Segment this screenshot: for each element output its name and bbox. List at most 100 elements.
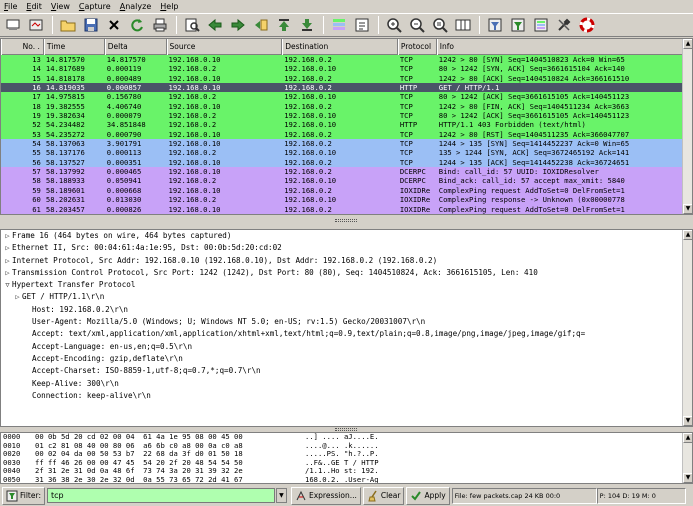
packet-row[interactable]: 19 19.382634 0.000079 192.168.0.2 192.168.0.…	[1, 111, 692, 121]
packet-row[interactable]: 13 14.817570 14.817570 192.168.0.10 192.168.…	[1, 55, 692, 65]
detail-tree-row[interactable]: ▷ GET / HTTP/1.1\r\n	[1, 291, 692, 303]
resize-columns-button[interactable]	[452, 15, 474, 35]
filter-button[interactable]: Filter:	[2, 486, 45, 505]
column-header[interactable]: Destination	[282, 39, 398, 55]
apply-button[interactable]: Apply	[406, 486, 450, 505]
scroll-up-icon[interactable]: ▲	[683, 230, 692, 240]
packet-cell-info: 1242 > 80 [SYN] Seq=1404510823 Ack=0 Win…	[438, 55, 625, 64]
find-packet-button[interactable]	[181, 15, 203, 35]
detail-tree-row[interactable]: Host: 192.168.0.2\r\n	[1, 304, 692, 316]
packet-cell-dst: 192.168.0.10	[284, 120, 337, 130]
packet-row[interactable]: 18 19.382555 4.406740 192.168.0.10 192.168.0…	[1, 101, 692, 112]
column-header[interactable]: Delta	[104, 39, 167, 55]
detail-tree-row[interactable]: ▷ Transmission Control Protocol, Src Port…	[1, 267, 692, 279]
menu-capture[interactable]: Capture	[75, 2, 116, 11]
zoom-normal-icon	[433, 18, 448, 33]
capture-filters-button[interactable]	[484, 15, 506, 35]
preferences-button[interactable]	[553, 15, 575, 35]
detail-tree-row[interactable]: ▽ Hypertext Transfer Protocol	[1, 279, 692, 291]
column-header[interactable]: Time	[43, 39, 105, 55]
packet-cell-time: 14.818178	[45, 73, 85, 83]
packet-row[interactable]: 59 58.189601 0.000668 192.168.0.10 192.168.0…	[1, 185, 692, 196]
detail-tree-row[interactable]: Accept-Charset: ISO-8859-1,utf-8;q=0.7,*…	[1, 365, 692, 377]
menu-edit[interactable]: Edit	[22, 2, 47, 11]
detail-tree-row[interactable]: Accept: text/xml,application/xml,applica…	[1, 328, 692, 340]
save-button[interactable]	[80, 15, 102, 35]
packet-row[interactable]: 52 54.234482 34.851848 192.168.0.2 192.168.0…	[1, 120, 692, 130]
detail-tree-row[interactable]: User-Agent: Mozilla/5.0 (Windows; U; Win…	[1, 316, 692, 328]
scroll-up-icon[interactable]: ▲	[683, 39, 692, 49]
filter-label: Filter:	[20, 491, 41, 500]
detail-scrollbar[interactable]: ▲ ▼	[682, 230, 692, 426]
scroll-down-icon[interactable]: ▼	[683, 416, 692, 426]
packet-row[interactable]: 60 58.202631 0.013030 192.168.0.2 192.168.0.…	[1, 195, 692, 205]
column-header[interactable]: Protocol	[397, 39, 437, 55]
packet-cell-no: 13	[32, 55, 41, 64]
column-header[interactable]: Info	[436, 39, 692, 55]
zoom-normal-button[interactable]	[429, 15, 451, 35]
zoom-out-button[interactable]	[406, 15, 428, 35]
help-button[interactable]	[576, 15, 598, 35]
hex-dump-row[interactable]: 0050 31 36 38 2e 30 2e 32 0d 0a 55 73 65 …	[1, 475, 692, 483]
print-button[interactable]	[149, 15, 171, 35]
tree-collapsed-icon[interactable]: ▷	[3, 230, 12, 242]
clear-button[interactable]: Clear	[362, 486, 405, 505]
zoom-in-button[interactable]	[383, 15, 405, 35]
packet-row[interactable]: 17 14.975815 0.156780 192.168.0.2 192.168.0.…	[1, 92, 692, 102]
expression-button[interactable]: Expression...	[290, 486, 361, 505]
packet-row[interactable]: 53 54.235272 0.000790 192.168.0.10 192.168.0…	[1, 129, 692, 140]
column-header[interactable]: Source	[166, 39, 283, 55]
display-filters-button[interactable]	[507, 15, 529, 35]
menu-help[interactable]: Help	[156, 2, 183, 11]
detail-tree-row[interactable]: ▷ Frame 16 (464 bytes on wire, 464 bytes …	[1, 230, 692, 242]
packet-row[interactable]: 55 58.137176 0.000113 192.168.0.2 192.168.0.…	[1, 148, 692, 158]
detail-tree-row[interactable]: Accept-Encoding: gzip,deflate\r\n	[1, 353, 692, 365]
column-header[interactable]: No. .	[1, 39, 44, 55]
packet-list-scrollbar[interactable]: ▲ ▼	[682, 39, 692, 214]
display-filter-input[interactable]: tcp	[46, 488, 275, 503]
packet-row[interactable]: 57 58.137992 0.000465 192.168.0.10 192.168.0…	[1, 167, 692, 177]
pane-splitter-top[interactable]	[0, 218, 693, 223]
go-back-button[interactable]	[204, 15, 226, 35]
tree-collapsed-icon[interactable]: ▷	[3, 255, 12, 267]
detail-tree-row[interactable]: Connection: keep-alive\r\n	[1, 390, 692, 402]
go-last-button[interactable]	[296, 15, 318, 35]
coloring-rules-button[interactable]	[530, 15, 552, 35]
detail-tree-row[interactable]: ▷ Internet Protocol, Src Addr: 192.168.0.…	[1, 255, 692, 267]
tree-expanded-icon[interactable]: ▽	[3, 279, 12, 291]
detail-tree-row[interactable]: Accept-Language: en-us,en;q=0.5\r\n	[1, 341, 692, 353]
reload-button[interactable]	[126, 15, 148, 35]
scroll-down-icon[interactable]: ▼	[683, 473, 692, 483]
menu-analyze[interactable]: Analyze	[116, 2, 157, 11]
detail-tree-row[interactable]: ▷ Ethernet II, Src: 00:04:61:4a:1e:95, Ds…	[1, 242, 692, 254]
scroll-up-icon[interactable]: ▲	[683, 433, 692, 443]
menu-label: dit	[31, 2, 42, 11]
packet-row[interactable]: 58 58.188933 0.050941 192.168.0.2 192.168.0.…	[1, 176, 692, 186]
packet-row[interactable]: 15 14.818178 0.000489 192.168.0.10 192.168.0…	[1, 73, 692, 84]
tree-collapsed-icon[interactable]: ▷	[3, 242, 12, 254]
packet-row[interactable]: 56 58.137527 0.000351 192.168.0.10 192.168.0…	[1, 157, 692, 168]
close-button[interactable]	[103, 15, 125, 35]
status-bar: Filter: tcp ▼ Expression... Clear Apply …	[0, 485, 693, 506]
tree-collapsed-icon[interactable]: ▷	[3, 267, 12, 279]
packet-row[interactable]: 54 58.137063 3.901791 192.168.0.10 192.168.0…	[1, 139, 692, 149]
go-first-button[interactable]	[273, 15, 295, 35]
scroll-down-icon[interactable]: ▼	[683, 204, 692, 214]
go-forward-button[interactable]	[227, 15, 249, 35]
packet-row[interactable]: 14 14.817689 0.000119 192.168.0.2 192.168.0.…	[1, 64, 692, 74]
capture-options-button[interactable]	[25, 15, 47, 35]
bytes-scrollbar[interactable]: ▲ ▼	[682, 433, 692, 483]
tree-collapsed-icon[interactable]: ▷	[13, 291, 22, 303]
menu-view[interactable]: View	[47, 2, 75, 11]
filter-history-dropdown[interactable]: ▼	[275, 488, 287, 503]
go-to-packet-button[interactable]	[250, 15, 272, 35]
packet-row[interactable]: 61 58.203457 0.000826 192.168.0.10 192.168.0…	[1, 204, 692, 214]
colorize-button[interactable]	[328, 15, 350, 35]
detail-tree-text: Connection: keep-alive\r\n	[32, 390, 151, 400]
auto-scroll-button[interactable]	[351, 15, 373, 35]
packet-row[interactable]: 16 14.819035 0.000857 192.168.0.10 192.168.0…	[1, 83, 692, 93]
menu-file[interactable]: File	[0, 2, 22, 11]
interfaces-button[interactable]	[2, 15, 24, 35]
detail-tree-row[interactable]: Keep-Alive: 300\r\n	[1, 378, 692, 390]
open-button[interactable]	[57, 15, 79, 35]
